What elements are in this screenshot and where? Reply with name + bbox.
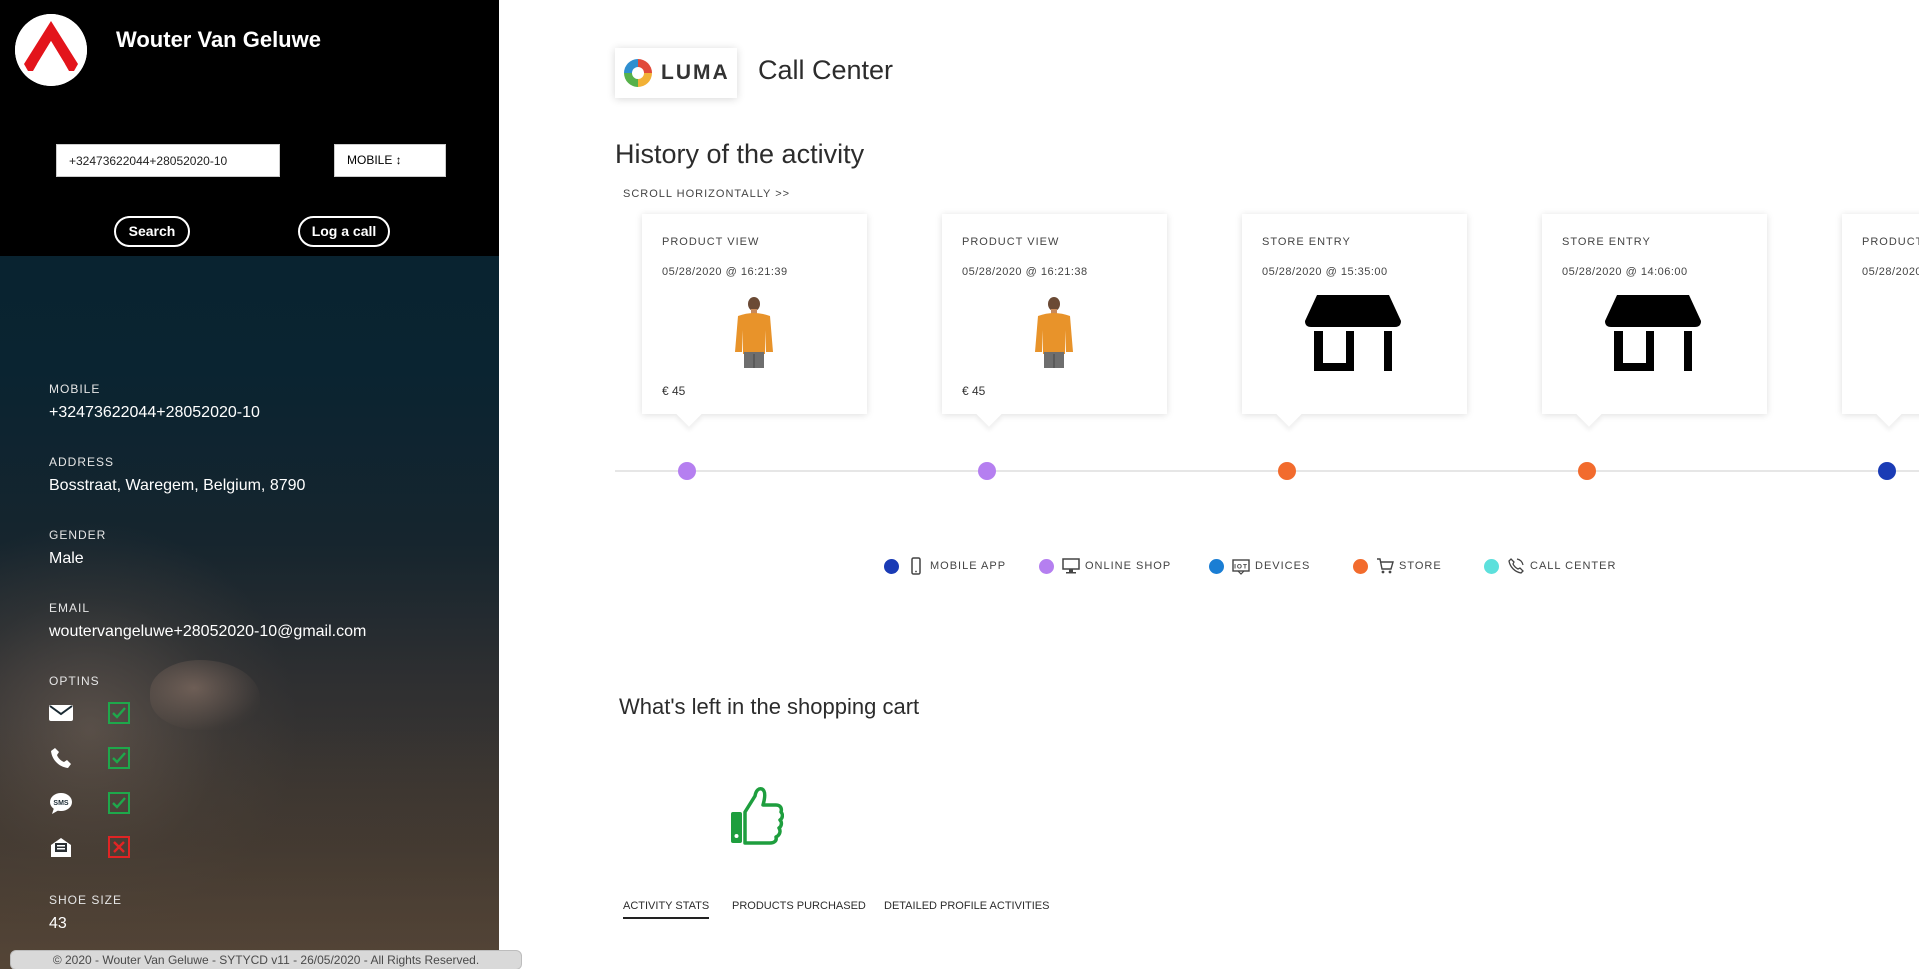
- phone-call-icon: [1508, 558, 1524, 574]
- legend-dot: [1209, 559, 1224, 574]
- checked-icon[interactable]: [108, 792, 130, 814]
- tab-detailed-profile-activities[interactable]: DETAILED PROFILE ACTIVITIES: [884, 900, 1049, 917]
- phone-search-input[interactable]: [56, 144, 280, 177]
- activity-date: 05/28/2020 @ 16:21:39: [1862, 266, 1919, 278]
- iot-icon: IOT: [1232, 559, 1250, 575]
- activity-date: 05/28/2020 @ 16:21:38: [962, 266, 1088, 278]
- gender-value: Male: [49, 550, 84, 567]
- customer-sidebar: Wouter Van Geluwe MOBILE ↕ Search Log a …: [0, 0, 499, 969]
- timeline-dot-store[interactable]: [1278, 462, 1296, 480]
- log-call-button[interactable]: Log a call: [298, 216, 390, 247]
- address-label: ADDRESS: [49, 455, 115, 469]
- activity-date: 05/28/2020 @ 16:21:39: [662, 266, 788, 278]
- cart-icon: [1377, 558, 1394, 574]
- activity-price: € 45: [962, 384, 986, 398]
- activity-type: PRODUCT VIEW: [1862, 236, 1919, 248]
- scroll-hint: SCROLL HORIZONTALLY >>: [623, 188, 791, 200]
- timeline-dot-mobile-app[interactable]: [1878, 462, 1896, 480]
- app-title: Call Center: [758, 55, 894, 85]
- identity-type-select[interactable]: MOBILE ↕: [334, 144, 446, 177]
- adobe-logo: [15, 14, 87, 86]
- card-pointer: [1276, 401, 1302, 427]
- card-pointer: [676, 401, 702, 427]
- store-icon: [1305, 295, 1401, 371]
- activity-card[interactable]: PRODUCT VIEW 05/28/2020 @ 16:21:39 € 45: [642, 214, 867, 427]
- activity-price: € 45: [662, 384, 686, 398]
- checked-icon[interactable]: [108, 702, 130, 724]
- luma-logo: LUMA: [615, 48, 737, 98]
- activity-type: PRODUCT VIEW: [962, 236, 1060, 248]
- optin-row-sms: SMS: [49, 791, 149, 815]
- envelope-icon: [49, 705, 73, 721]
- card-pointer: [1876, 401, 1902, 427]
- mobile-label: MOBILE: [49, 382, 101, 396]
- tab-activity-stats[interactable]: ACTIVITY STATS: [623, 900, 710, 919]
- main-content: LUMA Call Center History of the activity…: [499, 0, 1919, 969]
- optin-row-email: [49, 701, 149, 725]
- email-label: EMAIL: [49, 601, 91, 615]
- thumbs-up-icon: [731, 787, 784, 845]
- card-pointer: [1576, 401, 1602, 427]
- shoe-size-value: 43: [49, 915, 67, 932]
- legend-dot: [1484, 559, 1499, 574]
- legend-label: DEVICES: [1255, 560, 1311, 572]
- activity-date: 05/28/2020 @ 14:06:00: [1562, 266, 1688, 278]
- copyright-footer: © 2020 - Wouter Van Geluwe - SYTYCD v11 …: [10, 950, 522, 969]
- activity-card[interactable]: PRODUCT VIEW 05/28/2020 @ 16:21:38 € 45: [942, 214, 1167, 427]
- activity-date: 05/28/2020 @ 15:35:00: [1262, 266, 1388, 278]
- desktop-icon: [1062, 558, 1080, 574]
- tab-products-purchased[interactable]: PRODUCTS PURCHASED: [732, 900, 866, 917]
- gender-label: GENDER: [49, 528, 107, 542]
- timeline-line: [615, 470, 1919, 472]
- timeline-dot-store[interactable]: [1578, 462, 1596, 480]
- legend-dot: [1353, 559, 1368, 574]
- sweater-product-image: [1035, 297, 1073, 368]
- sweater-product-image: [735, 297, 773, 368]
- legend-label: CALL CENTER: [1530, 560, 1617, 572]
- timeline-dot-online-shop[interactable]: [978, 462, 996, 480]
- activity-type: STORE ENTRY: [1262, 236, 1351, 248]
- activity-card[interactable]: STORE ENTRY 05/28/2020 @ 15:35:00: [1242, 214, 1467, 427]
- optin-row-newsletter: [49, 835, 149, 859]
- history-title: History of the activity: [615, 139, 865, 169]
- sidebar-search-panel: Wouter Van Geluwe MOBILE ↕ Search Log a …: [0, 0, 499, 256]
- activity-card[interactable]: STORE ENTRY 05/28/2020 @ 14:06:00: [1542, 214, 1767, 427]
- address-value: Bosstraat, Waregem, Belgium, 8790: [49, 477, 306, 494]
- activity-type: STORE ENTRY: [1562, 236, 1651, 248]
- mobile-value: +32473622044+28052020-10: [49, 404, 260, 421]
- search-button[interactable]: Search: [114, 216, 190, 247]
- svg-text:SMS: SMS: [53, 800, 69, 807]
- shoe-size-label: SHOE SIZE: [49, 893, 123, 907]
- luma-ring-icon: [624, 59, 652, 87]
- legend-label: MOBILE APP: [930, 560, 1007, 572]
- phone-icon: [51, 748, 71, 768]
- svg-text:IOT: IOT: [1234, 564, 1248, 571]
- legend-dot: [1039, 559, 1054, 574]
- optins-label: OPTINS: [49, 674, 100, 688]
- mobile-icon: [911, 557, 921, 575]
- newsletter-icon: [51, 838, 71, 857]
- optin-row-phone: [49, 746, 149, 770]
- store-icon: [1605, 295, 1701, 371]
- sms-icon: SMS: [50, 793, 72, 814]
- unchecked-icon[interactable]: [108, 836, 130, 858]
- legend-label: ONLINE SHOP: [1085, 560, 1172, 572]
- shopping-cart-title: What's left in the shopping cart: [619, 694, 920, 719]
- customer-name: Wouter Van Geluwe: [116, 27, 321, 52]
- luma-wordmark: LUMA: [661, 61, 730, 84]
- timeline-dot-online-shop[interactable]: [678, 462, 696, 480]
- checked-icon[interactable]: [108, 747, 130, 769]
- email-value: woutervangeluwe+28052020-10@gmail.com: [49, 623, 367, 640]
- card-pointer: [976, 401, 1002, 427]
- legend-label: STORE: [1399, 560, 1442, 572]
- activity-type: PRODUCT VIEW: [662, 236, 760, 248]
- activity-card[interactable]: PRODUCT VIEW 05/28/2020 @ 16:21:39: [1842, 214, 1919, 427]
- legend-dot: [884, 559, 899, 574]
